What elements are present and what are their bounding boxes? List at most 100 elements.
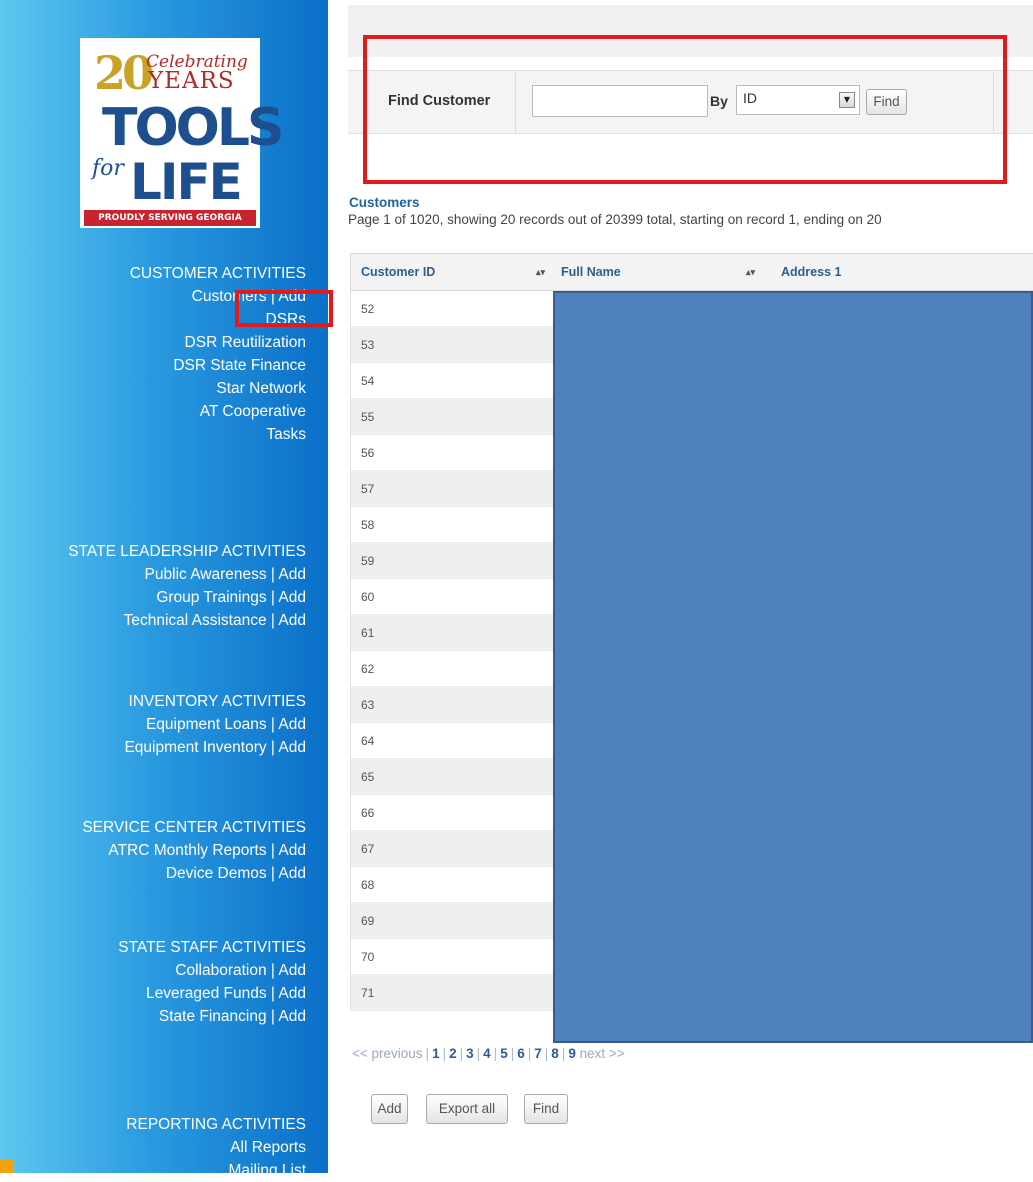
nav-item-device-demos: Device Demos | Add — [0, 862, 306, 885]
pager-page-4[interactable]: 4 — [483, 1046, 491, 1061]
nav-heading-state-leadership: STATE LEADERSHIP ACTIVITIES — [68, 543, 306, 560]
customer-id-cell[interactable]: 52 — [351, 291, 374, 327]
pager-page-6[interactable]: 6 — [517, 1046, 525, 1061]
nav-heading-customer: CUSTOMER ACTIVITIES — [129, 265, 306, 282]
technical-assistance-link[interactable]: Technical Assistance — [124, 612, 267, 629]
pager-separator: | — [510, 1046, 515, 1061]
nav-heading-inventory: INVENTORY ACTIVITIES — [128, 693, 306, 710]
pager-separator: | — [561, 1046, 566, 1061]
add-button[interactable]: Add — [371, 1094, 408, 1124]
customer-id-cell[interactable]: 61 — [351, 615, 374, 651]
nav-separator: | — [266, 865, 279, 882]
tools-for-life-logo[interactable]: 20 Celebrating YEARS TOOLS for LIFE PROU… — [80, 38, 284, 228]
collaboration-link[interactable]: Collaboration — [175, 962, 266, 979]
pager-page-5[interactable]: 5 — [500, 1046, 508, 1061]
logo-life: LIFE — [130, 153, 243, 211]
customer-id-cell[interactable]: 58 — [351, 507, 374, 543]
nav-state-staff: STATE STAFF ACTIVITIES Collaboration | A… — [0, 936, 306, 1028]
customer-id-cell[interactable]: 67 — [351, 831, 374, 867]
state-financing-link[interactable]: State Financing — [159, 1008, 267, 1025]
at-cooperative-link[interactable]: AT Cooperative — [0, 400, 306, 423]
device-demos-link[interactable]: Device Demos — [166, 865, 267, 882]
public-awareness-add-link[interactable]: Add — [278, 566, 306, 583]
find-bottom-button[interactable]: Find — [524, 1094, 568, 1124]
state-financing-add-link[interactable]: Add — [278, 1008, 306, 1025]
customer-id-cell[interactable]: 53 — [351, 327, 374, 363]
leveraged-funds-add-link[interactable]: Add — [278, 985, 306, 1002]
equipment-inventory-link[interactable]: Equipment Inventory — [124, 739, 266, 756]
nav-item-collaboration: Collaboration | Add — [0, 959, 306, 982]
atrc-monthly-link[interactable]: ATRC Monthly Reports — [108, 842, 266, 859]
customer-id-cell[interactable]: 71 — [351, 975, 374, 1011]
atrc-monthly-add-link[interactable]: Add — [278, 842, 306, 859]
device-demos-add-link[interactable]: Add — [278, 865, 306, 882]
customer-id-cell[interactable]: 60 — [351, 579, 374, 615]
technical-assistance-add-link[interactable]: Add — [278, 612, 306, 629]
customer-id-cell[interactable]: 66 — [351, 795, 374, 831]
nav-heading-service-center: SERVICE CENTER ACTIVITIES — [82, 819, 306, 836]
pager-separator: | — [544, 1046, 549, 1061]
star-network-link[interactable]: Star Network — [0, 377, 306, 400]
equipment-loans-add-link[interactable]: Add — [278, 716, 306, 733]
public-awareness-link[interactable]: Public Awareness — [145, 566, 267, 583]
customer-id-cell[interactable]: 55 — [351, 399, 374, 435]
column-header-label: Full Name — [561, 265, 621, 279]
customer-id-cell[interactable]: 68 — [351, 867, 374, 903]
dsr-state-finance-link[interactable]: DSR State Finance — [0, 354, 306, 377]
pager-separator: | — [493, 1046, 498, 1061]
collaboration-add-link[interactable]: Add — [278, 962, 306, 979]
tasks-link[interactable]: Tasks — [0, 423, 306, 446]
customer-id-cell[interactable]: 54 — [351, 363, 374, 399]
column-header-label: Address 1 — [781, 265, 842, 279]
group-trainings-add-link[interactable]: Add — [278, 589, 306, 606]
nav-item-public-awareness: Public Awareness | Add — [0, 563, 306, 586]
orange-corner-accent — [0, 1160, 14, 1173]
nav-separator: | — [266, 842, 279, 859]
sort-icon[interactable]: ▴▾ — [746, 254, 755, 290]
customer-id-cell[interactable]: 70 — [351, 939, 374, 975]
annotation-highlight-add-link — [235, 290, 333, 327]
column-header-full-name[interactable]: Full Name ▴▾ — [561, 254, 761, 291]
nav-item-leveraged-funds: Leveraged Funds | Add — [0, 982, 306, 1005]
table-header: Customer ID ▴▾ Full Name ▴▾ Address 1 — [350, 253, 1033, 291]
pager-previous-link[interactable]: << previous — [352, 1046, 423, 1061]
pager-page-9[interactable]: 9 — [568, 1046, 576, 1061]
nav-separator: | — [266, 566, 279, 583]
column-header-label: Customer ID — [361, 265, 436, 279]
pager-page-3[interactable]: 3 — [466, 1046, 474, 1061]
customer-id-cell[interactable]: 69 — [351, 903, 374, 939]
nav-service-center: SERVICE CENTER ACTIVITIES ATRC Monthly R… — [0, 816, 306, 885]
export-all-button[interactable]: Export all — [426, 1094, 508, 1124]
customer-id-cell[interactable]: 57 — [351, 471, 374, 507]
customer-id-cell[interactable]: 64 — [351, 723, 374, 759]
nav-separator: | — [266, 1008, 279, 1025]
pager-page-7[interactable]: 7 — [534, 1046, 542, 1061]
group-trainings-link[interactable]: Group Trainings — [156, 589, 266, 606]
nav-separator: | — [266, 962, 279, 979]
pager-page-2[interactable]: 2 — [449, 1046, 457, 1061]
nav-reporting: REPORTING ACTIVITIES All Reports Mailing… — [0, 1113, 306, 1182]
sort-icon[interactable]: ▴▾ — [536, 254, 545, 290]
nav-separator: | — [266, 612, 279, 629]
pager-next-link[interactable]: next >> — [580, 1046, 625, 1061]
nav-inventory: INVENTORY ACTIVITIES Equipment Loans | A… — [0, 690, 306, 759]
all-reports-link[interactable]: All Reports — [0, 1136, 306, 1159]
dsr-reutilization-link[interactable]: DSR Reutilization — [0, 331, 306, 354]
customer-id-cell[interactable]: 59 — [351, 543, 374, 579]
customer-id-cell[interactable]: 62 — [351, 651, 374, 687]
leveraged-funds-link[interactable]: Leveraged Funds — [146, 985, 267, 1002]
pager-separator: | — [476, 1046, 481, 1061]
pager-page-8[interactable]: 8 — [551, 1046, 559, 1061]
logo-banner: PROUDLY SERVING GEORGIA — [84, 210, 256, 226]
equipment-inventory-add-link[interactable]: Add — [278, 739, 306, 756]
mailing-list-link[interactable]: Mailing List — [0, 1159, 306, 1182]
customer-id-cell[interactable]: 65 — [351, 759, 374, 795]
customer-id-cell[interactable]: 56 — [351, 435, 374, 471]
pager-page-1[interactable]: 1 — [432, 1046, 440, 1061]
column-header-address-1[interactable]: Address 1 — [781, 254, 841, 291]
pager-separator: | — [442, 1046, 447, 1061]
section-title-customers[interactable]: Customers — [349, 195, 420, 210]
column-header-customer-id[interactable]: Customer ID ▴▾ — [361, 254, 545, 291]
customer-id-cell[interactable]: 63 — [351, 687, 374, 723]
equipment-loans-link[interactable]: Equipment Loans — [146, 716, 267, 733]
